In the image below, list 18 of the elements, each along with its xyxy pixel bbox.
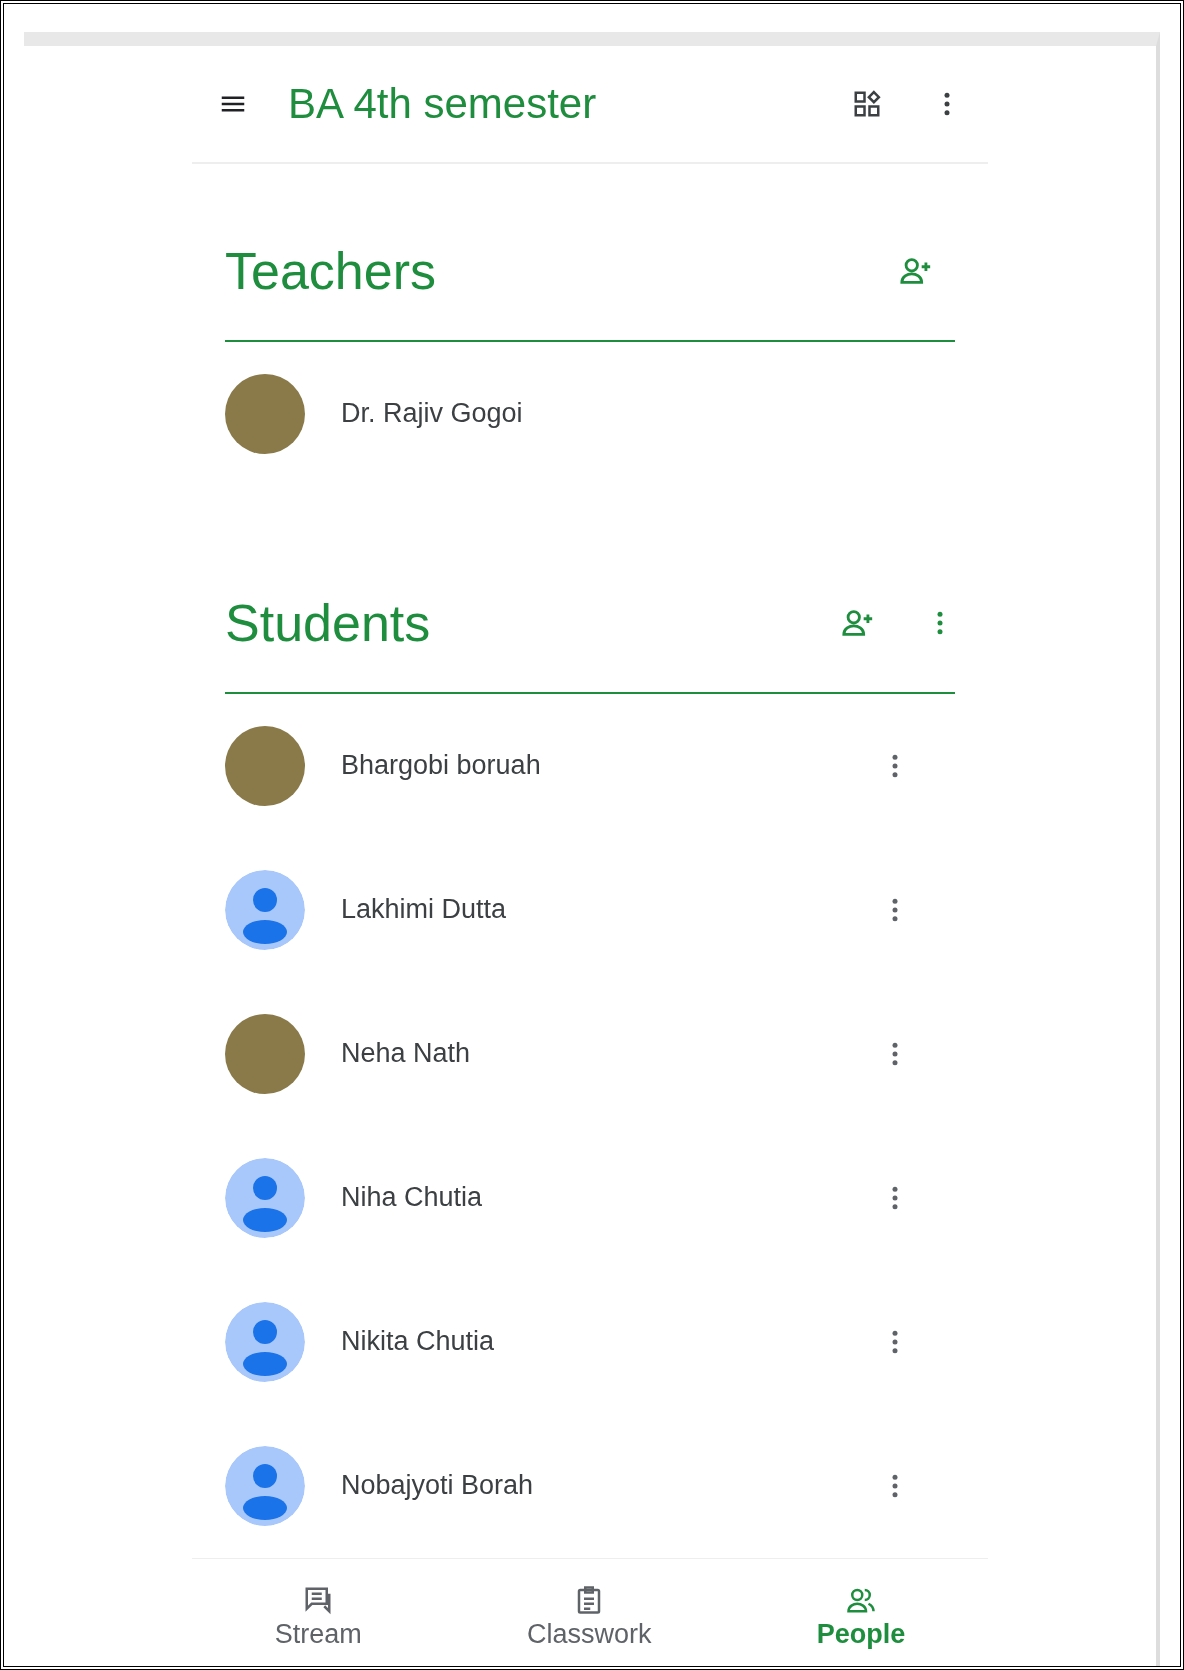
- person-name[interactable]: Lakhimi Dutta: [341, 894, 880, 925]
- nav-tab[interactable]: People: [796, 1578, 926, 1656]
- avatar-icon: [225, 1445, 305, 1526]
- apps-icon[interactable]: [852, 88, 882, 119]
- students-heading: Students: [225, 592, 432, 653]
- person-name[interactable]: Dr. Rajiv Gogoi: [341, 398, 955, 429]
- person-name[interactable]: Bhargobi boruah: [341, 750, 880, 781]
- avatar-icon: [225, 1301, 305, 1382]
- person-name[interactable]: Niha Chutia: [341, 1182, 880, 1213]
- person-name[interactable]: Nikita Chutia: [341, 1326, 880, 1357]
- person-name[interactable]: Nobajyoti Borah: [341, 1470, 880, 1501]
- avatar-icon: [225, 1157, 305, 1238]
- teachers-heading: Teachers: [225, 240, 437, 301]
- person-name[interactable]: Neha Nath: [341, 1038, 880, 1069]
- avatar-icon: [225, 869, 305, 950]
- nav-tab[interactable]: Stream: [254, 1578, 382, 1656]
- class-title: BA 4th semester: [288, 79, 598, 128]
- nav-tab[interactable]: Classwork: [506, 1578, 672, 1656]
